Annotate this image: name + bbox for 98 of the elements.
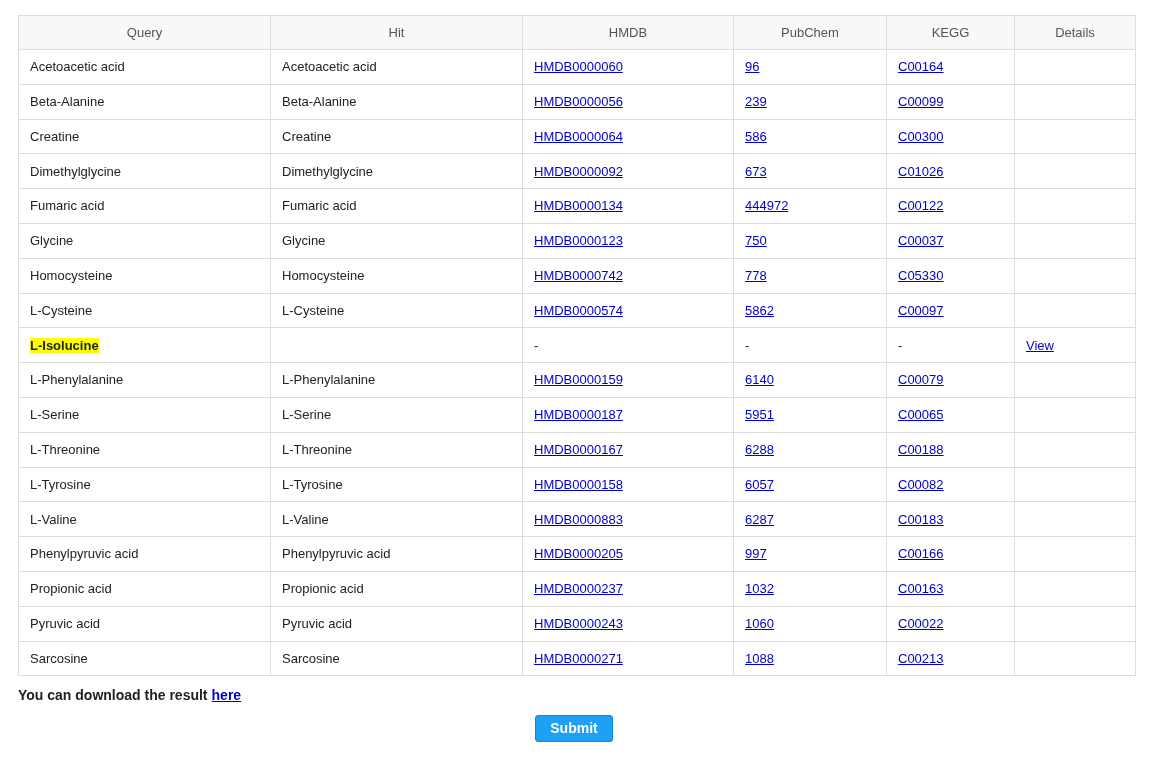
hit-name: L-Valine [282, 511, 329, 527]
pubchem-link[interactable]: 1088 [745, 650, 774, 666]
kegg-link[interactable]: C00082 [898, 476, 944, 492]
download-text: You can download the result [18, 686, 208, 706]
kegg-link[interactable]: C00183 [898, 511, 944, 527]
hmdb-link[interactable]: HMDB0000134 [534, 198, 623, 214]
hmdb-link[interactable]: HMDB0000883 [534, 511, 623, 527]
pubchem-link[interactable]: 997 [745, 546, 767, 562]
hmdb-link[interactable]: HMDB0000243 [534, 615, 623, 631]
hit-name: L-Cysteine [282, 302, 345, 318]
query-name: Glycine [30, 233, 74, 249]
pubchem-link[interactable]: 1032 [745, 581, 774, 597]
column-header: Details [1014, 15, 1136, 50]
query-name: L-Valine [30, 511, 77, 527]
query-name: Acetoacetic acid [30, 59, 125, 75]
pubchem-link[interactable]: 5862 [745, 302, 774, 318]
hit-name: Pyruvic acid [282, 615, 353, 631]
kegg-link[interactable]: C00300 [898, 128, 944, 144]
kegg-link[interactable]: C00166 [898, 546, 944, 562]
pubchem-link[interactable]: 673 [745, 163, 767, 179]
hit-name: L-Tyrosine [282, 476, 343, 492]
query-name: Fumaric acid [30, 198, 105, 214]
kegg-link[interactable]: C05330 [898, 267, 944, 283]
column-header: KEGG [886, 15, 1015, 50]
hmdb-link[interactable]: HMDB0000158 [534, 476, 623, 492]
empty-value: - [534, 337, 539, 353]
hit-name: Propionic acid [282, 581, 364, 597]
hit-name: Homocysteine [282, 267, 365, 283]
pubchem-link[interactable]: 96 [745, 59, 760, 75]
column-header: Query [18, 15, 271, 50]
kegg-link[interactable]: C00037 [898, 233, 944, 249]
hit-name: Beta-Alanine [282, 93, 357, 109]
query-name: L-Cysteine [30, 302, 93, 318]
hit-name: Fumaric acid [282, 198, 357, 214]
pubchem-link[interactable]: 6140 [745, 372, 774, 388]
hit-name: L-Serine [282, 407, 332, 423]
kegg-link[interactable]: C00122 [898, 198, 944, 214]
hmdb-link[interactable]: HMDB0000092 [534, 163, 623, 179]
query-name: Pyruvic acid [30, 615, 101, 631]
hmdb-link[interactable]: HMDB0000574 [534, 302, 623, 318]
hmdb-link[interactable]: HMDB0000742 [534, 267, 623, 283]
empty-value: - [898, 337, 903, 353]
kegg-link[interactable]: C00164 [898, 59, 944, 75]
hmdb-link[interactable]: HMDB0000205 [534, 546, 623, 562]
query-name: Homocysteine [30, 267, 113, 283]
pubchem-link[interactable]: 1060 [745, 615, 774, 631]
kegg-link[interactable]: C00213 [898, 650, 944, 666]
pubchem-link[interactable]: 586 [745, 128, 767, 144]
query-name: L-Serine [30, 407, 80, 423]
hmdb-link[interactable]: HMDB0000064 [534, 128, 623, 144]
hmdb-link[interactable]: HMDB0000056 [534, 93, 623, 109]
query-name: L-Isolucine [30, 337, 99, 353]
kegg-link[interactable]: C00065 [898, 407, 944, 423]
pubchem-link[interactable]: 6287 [745, 511, 774, 527]
pubchem-link[interactable]: 6057 [745, 476, 774, 492]
hmdb-link[interactable]: HMDB0000167 [534, 441, 623, 457]
hit-name: Phenylpyruvic acid [282, 546, 391, 562]
kegg-link[interactable]: C00022 [898, 615, 944, 631]
query-name: L-Threonine [30, 441, 101, 457]
hit-name: L-Threonine [282, 441, 353, 457]
hit-name: Dimethylglycine [282, 163, 374, 179]
hit-name: Sarcosine [282, 650, 340, 666]
hmdb-link[interactable]: HMDB0000187 [534, 407, 623, 423]
pubchem-link[interactable]: 444972 [745, 198, 789, 214]
query-name: Creatine [30, 128, 80, 144]
kegg-link[interactable]: C01026 [898, 163, 944, 179]
kegg-link[interactable]: C00188 [898, 441, 944, 457]
hmdb-link[interactable]: HMDB0000123 [534, 233, 623, 249]
query-name: Beta-Alanine [30, 93, 105, 109]
kegg-link[interactable]: C00099 [898, 93, 944, 109]
query-name: Propionic acid [30, 581, 112, 597]
hit-name: L-Phenylalanine [282, 372, 376, 388]
pubchem-link[interactable]: 778 [745, 267, 767, 283]
hit-name: Creatine [282, 128, 332, 144]
kegg-link[interactable]: C00163 [898, 581, 944, 597]
query-name: L-Phenylalanine [30, 372, 124, 388]
kegg-link[interactable]: C00097 [898, 302, 944, 318]
column-header: HMDB [522, 15, 734, 50]
hmdb-link[interactable]: HMDB0000271 [534, 650, 623, 666]
pubchem-link[interactable]: 239 [745, 93, 767, 109]
empty-value: - [745, 337, 750, 353]
column-header: Hit [270, 15, 523, 50]
pubchem-link[interactable]: 6288 [745, 441, 774, 457]
query-name: Phenylpyruvic acid [30, 546, 139, 562]
hit-name: Glycine [282, 233, 326, 249]
kegg-link[interactable]: C00079 [898, 372, 944, 388]
query-name: Sarcosine [30, 650, 88, 666]
hmdb-link[interactable]: HMDB0000237 [534, 581, 623, 597]
query-name: Dimethylglycine [30, 163, 122, 179]
pubchem-link[interactable]: 750 [745, 233, 767, 249]
column-header: PubChem [733, 15, 887, 50]
pubchem-link[interactable]: 5951 [745, 407, 774, 423]
download-link[interactable]: here [211, 685, 242, 707]
hit-name: Acetoacetic acid [282, 59, 377, 75]
view-link[interactable]: View [1026, 337, 1054, 353]
query-name: L-Tyrosine [30, 476, 91, 492]
hmdb-link[interactable]: HMDB0000060 [534, 59, 623, 75]
hmdb-link[interactable]: HMDB0000159 [534, 372, 623, 388]
